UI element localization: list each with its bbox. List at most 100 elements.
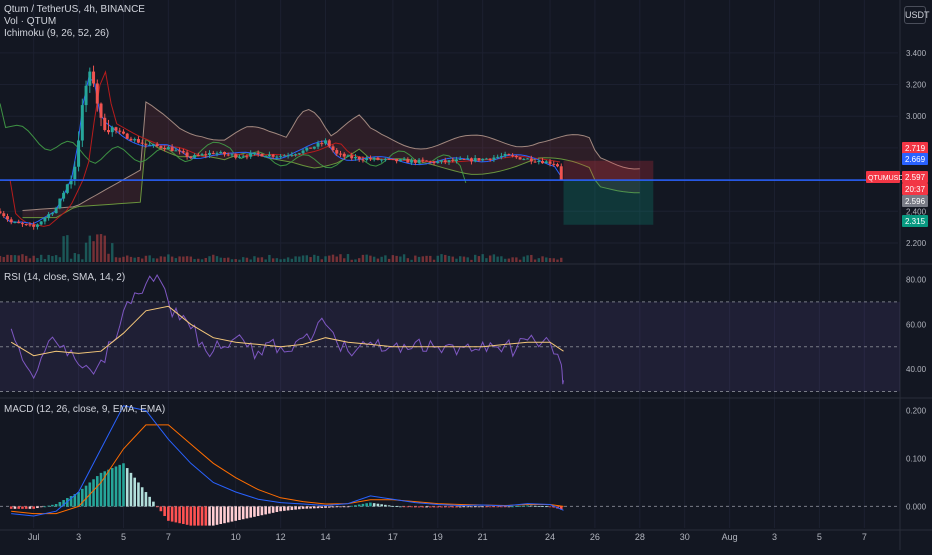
time-tick-label: 19: [433, 532, 443, 542]
macd-histogram-bar: [249, 506, 252, 518]
volume-bar: [215, 256, 219, 262]
volume-bar: [473, 254, 477, 262]
macd-histogram-bar: [458, 506, 462, 508]
candle-body: [413, 160, 417, 163]
macd-histogram-bar: [417, 506, 421, 508]
volume-bar: [189, 256, 193, 262]
candle-body: [118, 130, 122, 132]
volume-bar: [399, 256, 402, 262]
volume-bar: [230, 259, 234, 262]
macd-histogram-bar: [290, 506, 294, 511]
volume-bar: [335, 256, 338, 262]
candle-body: [383, 158, 387, 160]
macd-histogram-bar: [346, 506, 350, 508]
macd-histogram-bar: [182, 506, 185, 525]
macd-histogram-bar: [47, 505, 50, 507]
candle-body: [305, 147, 309, 151]
volume-bar: [114, 257, 118, 262]
volume-bar: [402, 254, 406, 262]
rsi-tick-label: 40.00: [906, 365, 927, 374]
candle-body: [5, 216, 9, 220]
candle-body: [301, 150, 305, 154]
volume-bar: [271, 258, 275, 262]
candle-body: [350, 155, 354, 159]
macd-histogram-bar: [140, 487, 144, 507]
candle-body: [13, 221, 17, 223]
candle-body: [196, 155, 200, 157]
macd-indicator-label[interactable]: MACD (12, 26, close, 9, EMA, EMA): [4, 404, 165, 416]
volume-bar: [507, 258, 511, 262]
candle-body: [443, 160, 447, 163]
candle-body: [320, 143, 324, 145]
trading-chart[interactable]: 3.4003.2003.0002.8002.6002.4002.2002.719…: [0, 0, 932, 550]
macd-histogram-bar: [376, 503, 380, 507]
volume-bar: [260, 257, 264, 262]
volume-bar: [436, 255, 439, 262]
rsi-indicator-label[interactable]: RSI (14, close, SMA, 14, 2): [4, 272, 125, 284]
candle-body: [241, 156, 245, 158]
candle-body: [327, 140, 331, 147]
macd-histogram-bar: [391, 505, 395, 507]
ichimoku-indicator-label[interactable]: Ichimoku (9, 26, 52, 26): [4, 28, 145, 40]
volume-bar: [47, 254, 50, 262]
candle-body: [185, 152, 189, 157]
macd-histogram-bar: [54, 504, 58, 507]
volume-bar: [212, 254, 215, 262]
macd-histogram-bar: [410, 506, 413, 508]
volume-bar: [279, 259, 282, 262]
candle-body: [47, 214, 51, 218]
candle-body: [65, 184, 69, 193]
macd-histogram-bar: [152, 501, 155, 507]
candle-body: [279, 156, 283, 158]
candle-body: [163, 147, 167, 150]
volume-bar: [421, 256, 425, 262]
macd-tick-label: 0.000: [906, 502, 927, 511]
macd-histogram-bar: [369, 502, 372, 507]
time-tick-label: 30: [680, 532, 690, 542]
macd-histogram-bar: [492, 506, 496, 508]
volume-bar: [488, 255, 492, 262]
symbol-title[interactable]: Qtum / TetherUS, 4h, BINANCE: [4, 4, 145, 16]
volume-bar: [492, 254, 496, 262]
macd-histogram-bar: [223, 506, 226, 524]
macd-histogram-bar: [129, 472, 133, 507]
macd-histogram-bar: [275, 506, 279, 513]
candle-body: [518, 157, 522, 160]
volume-indicator-label[interactable]: Vol · QTUM: [4, 16, 145, 28]
macd-histogram-bar: [320, 506, 324, 509]
macd-histogram-bar: [327, 506, 331, 508]
price-badge-label: 2.315: [905, 217, 926, 226]
currency-button[interactable]: USDT: [904, 6, 930, 24]
volume-bar: [51, 256, 54, 262]
time-tick-label: Jul: [28, 532, 40, 542]
candle-body: [297, 153, 301, 155]
candle-body: [95, 83, 99, 104]
volume-bar: [193, 259, 196, 262]
candle-body: [155, 144, 159, 147]
macd-histogram-bar: [253, 506, 256, 517]
candle-body: [338, 153, 342, 155]
volume-bar: [81, 259, 84, 262]
macd-histogram-bar: [342, 506, 346, 508]
volume-bar: [365, 254, 368, 262]
candle-body: [496, 156, 500, 158]
volume-bar: [429, 255, 432, 262]
chart-canvas[interactable]: 3.4003.2003.0002.8002.6002.4002.2002.719…: [0, 0, 932, 550]
candle-body: [189, 156, 193, 158]
macd-histogram-bar: [301, 506, 305, 509]
candle-body: [230, 154, 234, 156]
volume-bar: [339, 254, 342, 262]
volume-bar: [406, 258, 410, 262]
macd-histogram-bar: [148, 496, 151, 507]
volume-bar: [425, 255, 428, 262]
time-tick-label: 7: [862, 532, 867, 542]
macd-histogram-bar: [399, 506, 402, 508]
volume-bar: [481, 254, 484, 262]
volume-bar: [537, 258, 540, 262]
candle-body: [529, 158, 533, 162]
candle-body: [286, 155, 290, 157]
candle-body: [312, 146, 316, 149]
macd-histogram-bar: [522, 505, 526, 507]
macd-histogram-bar: [133, 477, 136, 507]
macd-histogram-bar: [144, 492, 148, 507]
